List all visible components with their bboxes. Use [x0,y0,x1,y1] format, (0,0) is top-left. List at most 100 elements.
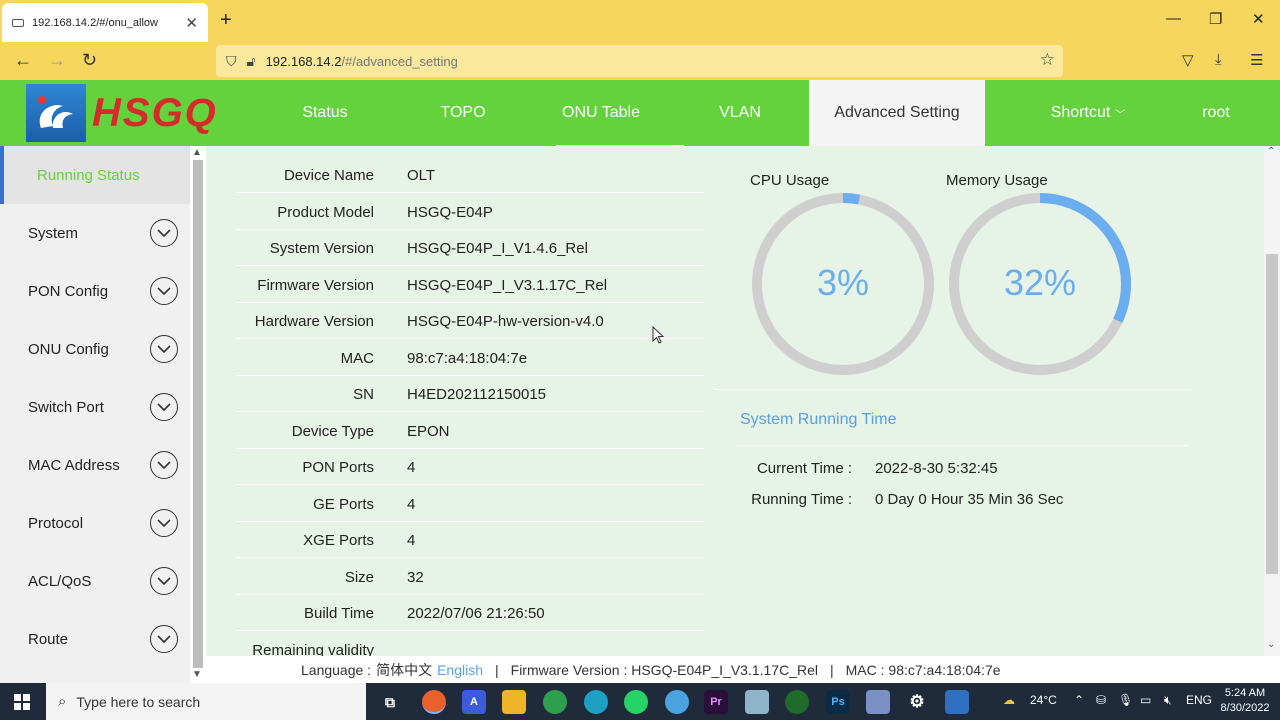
chevron-down-icon[interactable] [150,451,178,479]
network-icon[interactable]: ⛁ [1096,693,1106,707]
memory-usage-value: 32% [1003,262,1077,303]
sidebar-item-running-status[interactable]: Running Status [0,146,190,204]
nav-user-root[interactable]: root [1158,80,1274,146]
chevron-down-icon[interactable] [150,393,178,421]
bookmark-star-icon[interactable]: ☆ [1040,50,1055,70]
file-explorer-icon[interactable] [502,690,526,714]
device-info-label: Build Time [303,605,374,622]
divider [736,445,1188,446]
search-icon: ⌕ [58,693,67,710]
whatsapp-icon[interactable] [624,690,648,714]
windows-start-icon[interactable] [14,694,30,710]
back-arrow-icon[interactable]: ← [14,50,32,71]
nav-vlan[interactable]: VLAN [671,80,809,146]
sidebar-item-protocol[interactable]: Protocol [0,494,190,552]
sidebar-item-label: PON Config [28,282,109,300]
tab-title: 192.168.14.2/#/onu_allow [32,16,158,29]
sidebar-item-onu-config[interactable]: ONU Config [0,320,190,378]
page-footer: Language : 简体中文 English | Firmware Versi… [206,656,1280,683]
sidebar-scrollbar[interactable]: ▲ ▼ [190,146,206,683]
nav-topo[interactable]: TOPO [395,80,531,146]
chevron-down-icon[interactable] [150,277,178,305]
browser-tab[interactable]: 192.168.14.2/#/onu_allow ✕ [2,3,208,42]
device-info-row: MAC 98:c7:a4:18:04:7e [236,340,704,376]
nav-shortcut[interactable]: Shortcut ﹀ [1018,80,1158,146]
app-icon[interactable]: A [462,690,486,714]
sidebar-item-system[interactable]: System [0,204,190,262]
app-icon[interactable] [785,690,809,714]
firefox-icon[interactable] [422,690,446,714]
app-icon[interactable] [866,690,890,714]
nav-onu-table[interactable]: ONU Table [531,80,684,148]
photoshop-icon[interactable]: Ps [826,690,850,714]
chrome-icon[interactable] [543,690,567,714]
app-icon[interactable] [665,690,689,714]
system-running-time-title: System Running Time [740,411,897,428]
browser-tab-bar: 192.168.14.2/#/onu_allow ✕ + — ❐ ✕ [0,0,1280,42]
app-icon[interactable] [945,690,969,714]
input-language[interactable]: ENG [1186,693,1212,707]
volume-mute-icon[interactable]: 🔇︎ [1164,693,1172,708]
device-info-row: Product Model HSGQ-E04P [236,194,704,230]
downloads-icon[interactable]: ⤓ [1215,51,1222,68]
chevron-down-icon[interactable] [150,567,178,595]
forward-arrow-icon[interactable]: → [48,50,66,71]
pocket-icon[interactable]: ▽ [1182,51,1194,69]
weather-temp[interactable]: 24°C [1030,693,1057,707]
sidebar-item-mac-address[interactable]: MAC Address [0,436,190,494]
language-english-link[interactable]: English [437,662,483,678]
chevron-down-icon[interactable] [150,335,178,363]
device-info-label: Product Model [277,203,374,221]
device-info-value: HSGQ-E04P_I_V1.4.6_Rel [407,240,588,257]
chevron-down-icon[interactable] [150,625,178,653]
scroll-down-icon[interactable]: ▼ [192,669,202,680]
chevron-down-icon[interactable] [150,219,178,247]
clock-time: 5:24 AM [1224,687,1266,699]
main-panel: Device Name OLT Product Model HSGQ-E04P Syst… [206,146,1264,656]
cpu-usage-value: 3% [816,262,870,303]
taskbar-search-box[interactable]: ⌕ Type here to search [46,683,366,720]
restore-icon[interactable]: ❐ [1209,10,1222,28]
nav-status[interactable]: Status [255,80,395,146]
language-chinese-link[interactable]: 简体中文 [376,660,432,680]
sidebar-item-pon-config[interactable]: PON Config [0,262,190,320]
nav-label: Status [302,104,348,121]
device-info-label: MAC [340,349,374,367]
minimize-icon[interactable]: — [1166,10,1181,27]
window-close-icon[interactable]: ✕ [1252,10,1265,28]
nav-advanced-setting[interactable]: Advanced Setting [809,80,985,146]
device-info-label: Hardware Version [254,313,374,330]
scroll-up-icon[interactable]: ▲ [192,147,202,158]
tab-close-icon[interactable]: ✕ [185,14,198,32]
settings-gear-icon[interactable]: ⚙ [905,690,929,714]
weather-icon: ☁ [1003,693,1015,707]
sidebar-item-route[interactable]: Route [0,610,190,668]
display-icon[interactable]: ▭ [1140,693,1151,707]
edge-icon[interactable] [584,690,608,714]
running-time-label: Running Time : [751,491,852,508]
current-time-value: 2022-8-30 5:32:45 [875,460,998,477]
device-info-row: Hardware Version HSGQ-E04P-hw-version-v4.… [236,303,704,339]
sidebar-item-label: ACL/QoS [28,572,92,590]
scrollbar-thumb[interactable] [193,160,203,668]
tray-chevron-icon[interactable]: ⌃ [1074,693,1084,707]
footer-mac: MAC : 98:c7:a4:18:04:7e [845,661,1001,678]
reload-icon[interactable]: ↻ [82,50,97,71]
main-scrollbar[interactable]: ⌃ ⌄ [1264,146,1280,656]
chevron-down-icon[interactable] [150,509,178,537]
scroll-down-icon[interactable]: ⌄ [1267,639,1275,650]
sidebar-item-switch-port[interactable]: Switch Port [0,378,190,436]
system-clock[interactable]: 5:24 AM 8/30/2022 [1212,686,1278,716]
task-view-icon[interactable]: ⧉ [378,690,402,714]
sidebar-item-label: Route [28,630,69,648]
scrollbar-thumb[interactable] [1266,254,1278,574]
premiere-icon[interactable]: Pr [704,690,728,714]
sidebar-item-label: MAC Address [28,456,120,474]
microphone-icon[interactable]: 🎙︎ [1118,693,1133,707]
app-icon[interactable] [745,690,769,714]
address-bar[interactable]: ⛉ 🔓︎ 192.168.14.2/#/advanced_setting ☆ [216,45,1063,77]
menu-icon[interactable]: ☰ [1250,51,1263,69]
new-tab-button[interactable]: + [220,9,232,32]
scroll-up-icon[interactable]: ⌃ [1267,146,1275,157]
sidebar-item-acl-qos[interactable]: ACL/QoS [0,552,190,610]
